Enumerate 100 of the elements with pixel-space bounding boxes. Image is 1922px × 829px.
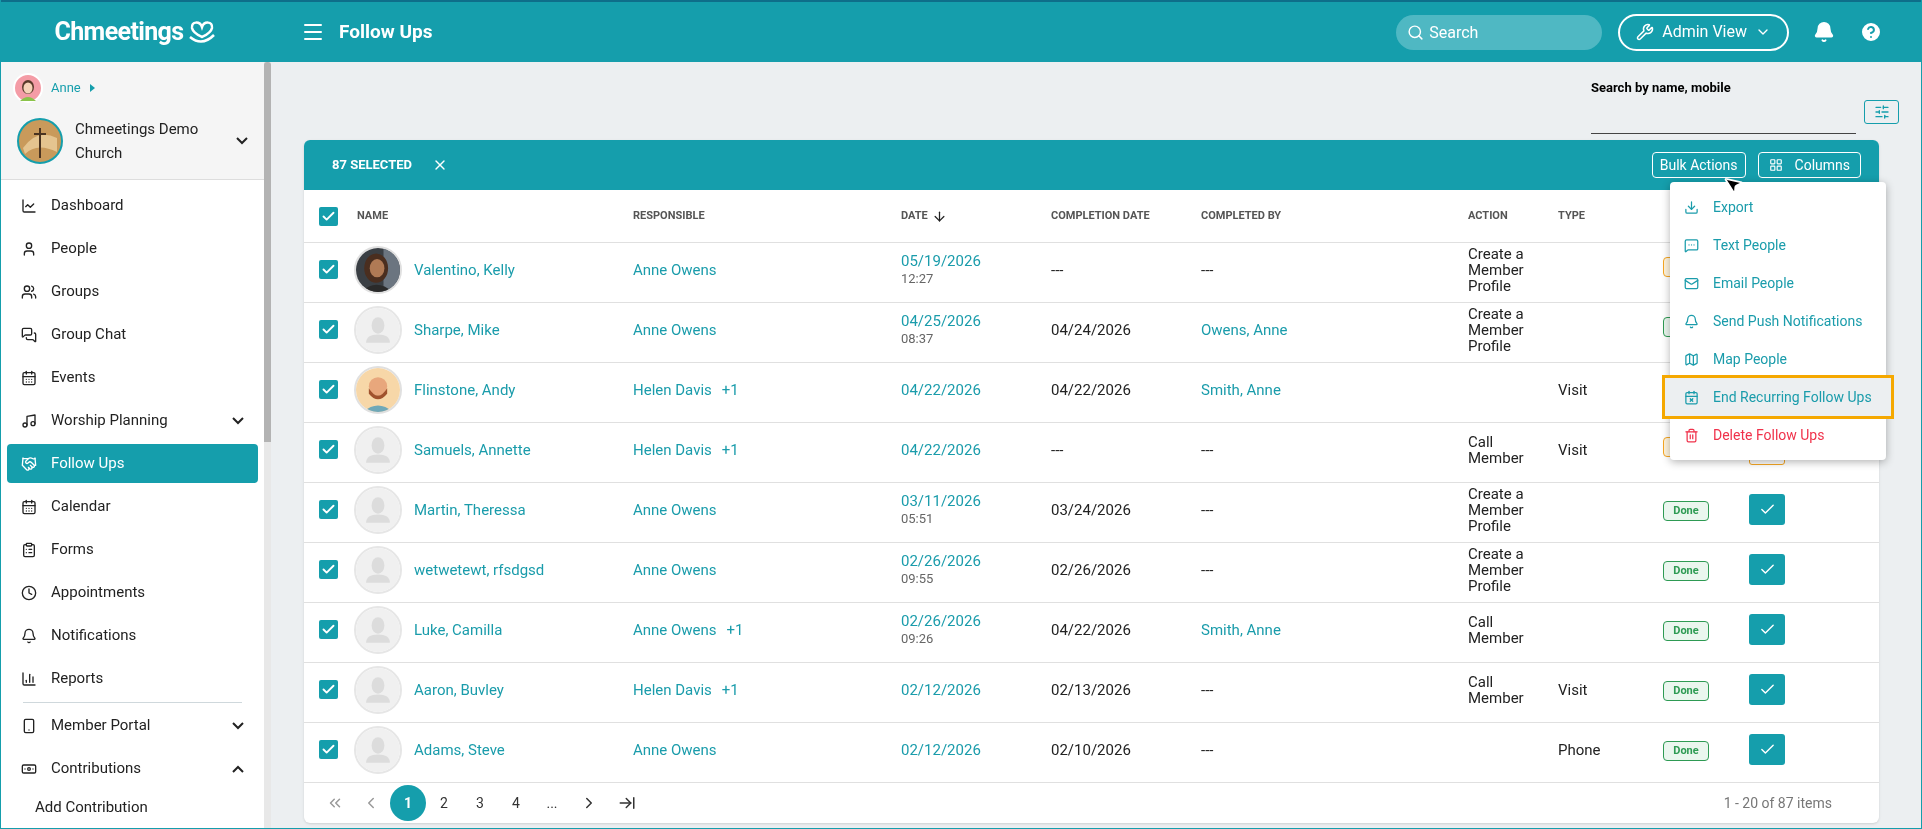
responsible-link[interactable]: Anne Owens bbox=[633, 498, 717, 521]
person-link[interactable]: Luke, Camilla bbox=[414, 618, 503, 641]
complete-button[interactable] bbox=[1749, 494, 1785, 526]
menu-item[interactable]: Email People bbox=[1670, 264, 1886, 302]
date-link[interactable]: 04/22/2026 bbox=[901, 380, 1051, 399]
menu-item[interactable]: Text People bbox=[1670, 226, 1886, 264]
responsible-link[interactable]: Anne Owens bbox=[633, 618, 717, 641]
checkbox[interactable] bbox=[319, 206, 338, 226]
date-link[interactable]: 03/11/2026 bbox=[901, 491, 1051, 510]
columns-button[interactable]: Columns bbox=[1757, 152, 1861, 178]
responsible-link[interactable]: Anne Owens bbox=[633, 258, 717, 281]
user-name[interactable]: Anne bbox=[51, 78, 81, 98]
table-cell-text: 02/10/2026 bbox=[1051, 739, 1132, 761]
trash-icon bbox=[1684, 427, 1699, 443]
column-header[interactable]: TYPE bbox=[1558, 207, 1585, 225]
date-link[interactable]: 02/26/2026 bbox=[901, 611, 1051, 630]
chevron-icon[interactable] bbox=[236, 137, 248, 145]
person-link[interactable]: Sharpe, Mike bbox=[414, 318, 500, 341]
search-field[interactable]: Search bbox=[1396, 14, 1603, 50]
filter-button[interactable] bbox=[1864, 100, 1899, 124]
person-link[interactable]: Martin, Theressa bbox=[414, 498, 526, 521]
notification-icon[interactable] bbox=[1813, 21, 1835, 43]
page-button[interactable]: 2 bbox=[426, 785, 462, 821]
responsible-link[interactable]: Anne Owens bbox=[633, 558, 717, 581]
sidebar-item[interactable]: Events bbox=[7, 358, 258, 397]
scrollbar[interactable] bbox=[264, 62, 271, 828]
complete-button[interactable] bbox=[1749, 554, 1785, 586]
table-cell-text: 04/24/2026 bbox=[1051, 319, 1132, 341]
page-button[interactable]: 3 bbox=[462, 785, 498, 821]
sidebar-subitem[interactable]: Add Contribution bbox=[7, 792, 258, 822]
menu-item[interactable]: Send Push Notifications bbox=[1670, 302, 1886, 340]
date-link[interactable]: 04/22/2026 bbox=[901, 440, 1051, 459]
responsible-link[interactable]: Helen Davis bbox=[633, 438, 712, 461]
page-button[interactable]: 4 bbox=[498, 785, 534, 821]
checkbox[interactable] bbox=[319, 440, 338, 460]
help-icon[interactable] bbox=[1859, 20, 1883, 44]
checkbox[interactable] bbox=[319, 620, 338, 640]
page-button[interactable]: ... bbox=[534, 785, 570, 821]
sidebar-item[interactable]: Group Chat bbox=[7, 315, 258, 354]
responsible-link[interactable]: Helen Davis bbox=[633, 678, 712, 701]
last-page-icon[interactable] bbox=[618, 794, 636, 812]
complete-button[interactable] bbox=[1749, 674, 1785, 706]
complete-button[interactable] bbox=[1749, 614, 1785, 646]
calendar-icon bbox=[1684, 389, 1699, 405]
view-button[interactable]: Admin View bbox=[1618, 13, 1789, 51]
column-header[interactable]: NAME bbox=[357, 207, 389, 225]
person-link[interactable]: Aaron, Buvley bbox=[414, 678, 504, 701]
checkbox[interactable] bbox=[319, 740, 338, 760]
date-link[interactable]: 02/26/2026 bbox=[901, 551, 1051, 570]
sidebar-item[interactable]: Reports bbox=[7, 659, 258, 698]
checkbox[interactable] bbox=[319, 320, 338, 340]
sidebar-item[interactable]: Member Portal bbox=[7, 706, 258, 745]
responsible-link[interactable]: Anne Owens bbox=[633, 318, 717, 341]
person-link[interactable]: Smith, Anne bbox=[1201, 620, 1281, 639]
search-icon bbox=[1407, 23, 1425, 41]
checkbox[interactable] bbox=[319, 560, 338, 580]
person-link[interactable]: wetwetewt, rfsdgsd bbox=[414, 558, 545, 581]
person-link[interactable]: Owens, Anne bbox=[1201, 320, 1288, 339]
column-header[interactable]: ACTION bbox=[1468, 207, 1508, 225]
menu-item[interactable]: Map People bbox=[1670, 340, 1886, 378]
sidebar-item[interactable]: Calendar bbox=[7, 487, 258, 526]
sidebar-item[interactable]: Notifications bbox=[7, 616, 258, 655]
checkbox[interactable] bbox=[319, 500, 338, 520]
date-link[interactable]: 05/19/2026 bbox=[901, 251, 1051, 270]
bulk-actions-button[interactable]: Bulk Actions bbox=[1651, 152, 1746, 178]
column-header[interactable]: COMPLETED BY bbox=[1201, 207, 1282, 225]
person-link[interactable]: Adams, Steve bbox=[414, 738, 505, 761]
person-link[interactable]: Smith, Anne bbox=[1201, 380, 1281, 399]
status-badge: Done bbox=[1663, 681, 1709, 702]
page-button[interactable]: 1 bbox=[390, 785, 426, 821]
menu-item[interactable]: Export bbox=[1670, 188, 1886, 226]
table-cell: Visit bbox=[1558, 440, 1588, 459]
sidebar-item[interactable]: Appointments bbox=[7, 573, 258, 612]
person-link[interactable]: Flinstone, Andy bbox=[414, 378, 516, 401]
person-link[interactable]: Valentino, Kelly bbox=[414, 258, 515, 281]
checkbox[interactable] bbox=[319, 380, 338, 400]
avatar-icon bbox=[354, 305, 402, 354]
menu-item[interactable]: Delete Follow Ups bbox=[1670, 416, 1886, 454]
church-logo-icon bbox=[17, 118, 63, 164]
table-cell: Call Member bbox=[1468, 612, 1524, 647]
sidebar-item[interactable]: Contributions bbox=[7, 749, 258, 788]
checkbox[interactable] bbox=[319, 680, 338, 700]
checkbox[interactable] bbox=[319, 260, 338, 280]
sidebar-item[interactable]: Forms bbox=[7, 530, 258, 569]
sidebar-item[interactable]: Worship Planning bbox=[7, 401, 258, 440]
date-link[interactable]: 02/12/2026 bbox=[901, 680, 1051, 699]
sidebar-item[interactable]: Follow Ups bbox=[7, 444, 258, 483]
sidebar-item[interactable]: Dashboard bbox=[7, 186, 258, 225]
complete-button[interactable] bbox=[1749, 734, 1785, 766]
date-link[interactable]: 04/25/2026 bbox=[901, 311, 1051, 330]
person-link[interactable]: Samuels, Annette bbox=[414, 438, 531, 461]
sidebar-item[interactable]: People bbox=[7, 229, 258, 268]
date-link[interactable]: 02/12/2026 bbox=[901, 740, 1051, 759]
sidebar-item[interactable]: Groups bbox=[7, 272, 258, 311]
person-icon bbox=[21, 240, 37, 257]
responsible-link[interactable]: Anne Owens bbox=[633, 738, 717, 761]
column-header[interactable]: RESPONSIBLE bbox=[633, 207, 705, 225]
column-header[interactable]: COMPLETION DATE bbox=[1051, 207, 1150, 225]
column-header[interactable]: DATE bbox=[901, 207, 928, 225]
responsible-link[interactable]: Helen Davis bbox=[633, 378, 712, 401]
